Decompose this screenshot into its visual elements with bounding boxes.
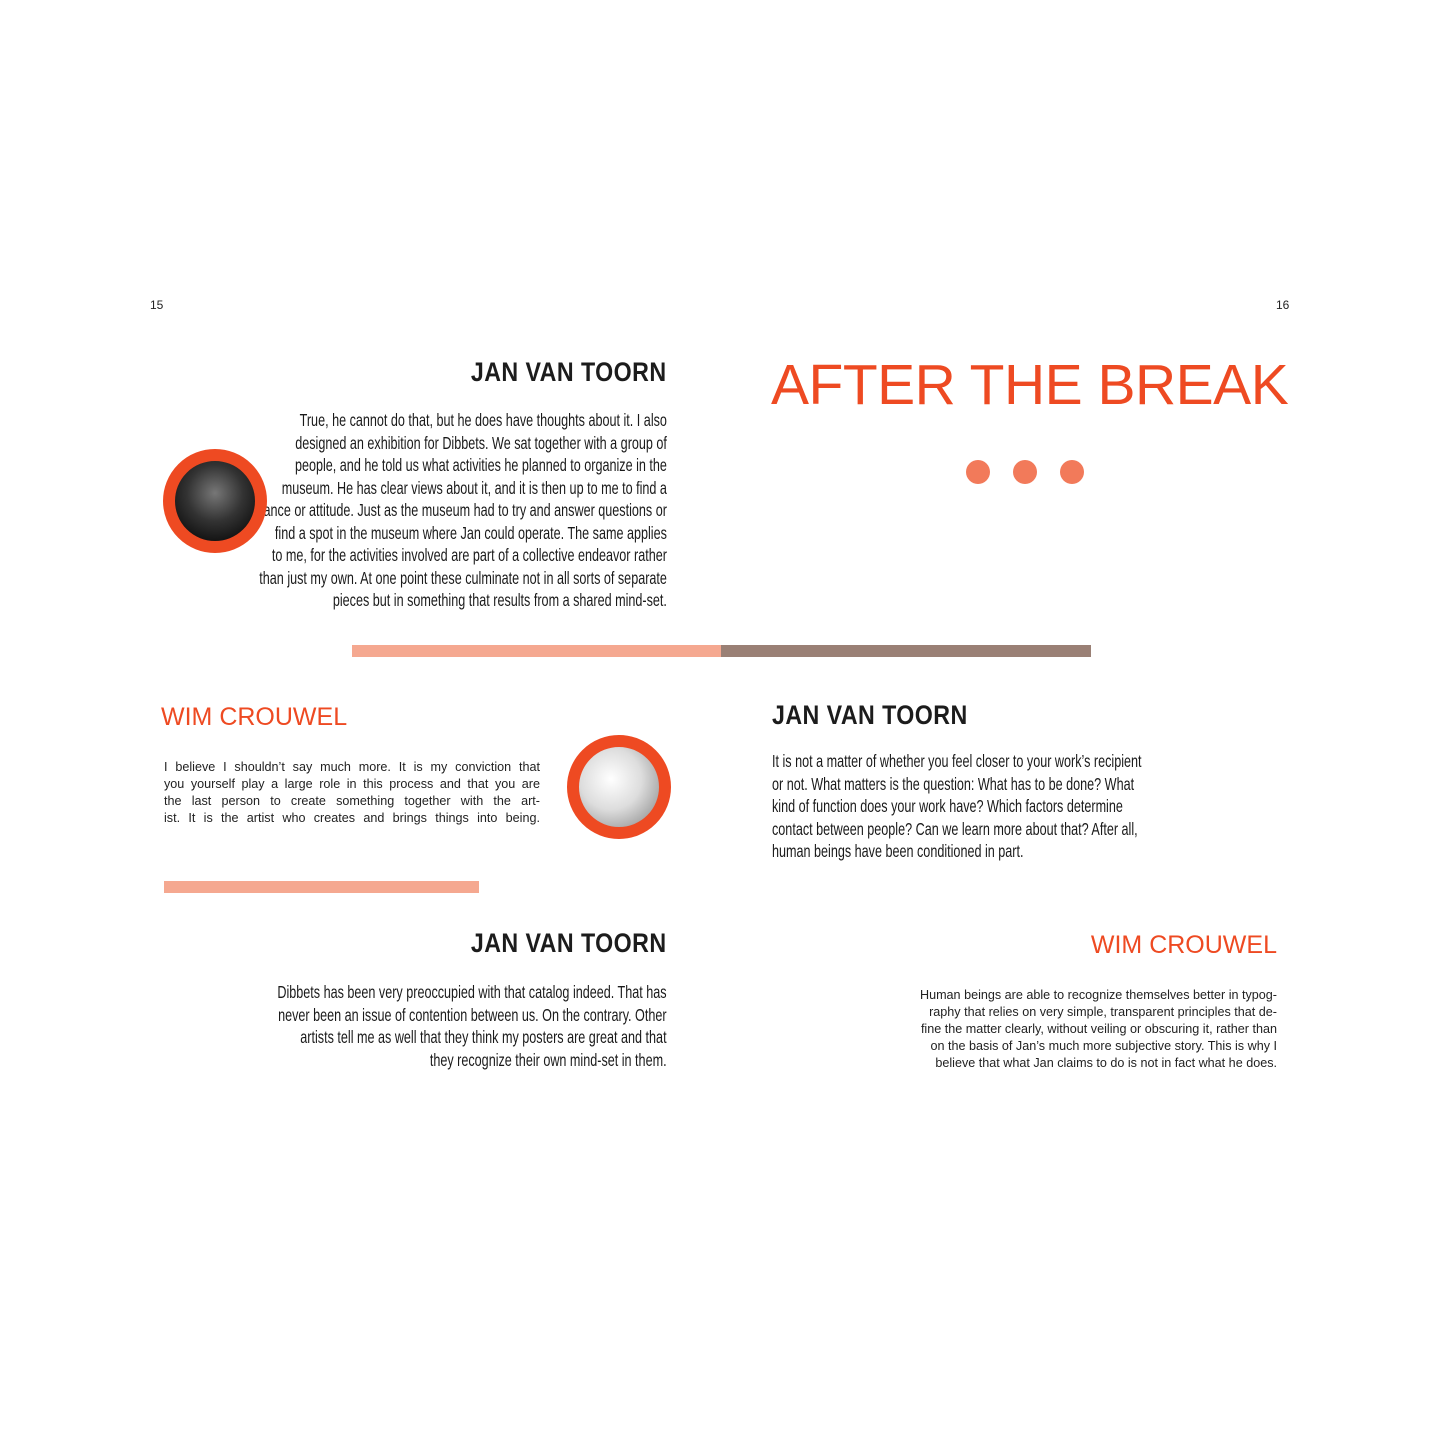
text-line: contact between people? Can we learn mor… bbox=[772, 818, 1138, 839]
text-line: you yourself play a large role in this p… bbox=[164, 777, 540, 791]
text-line: artists tell me as well that they think … bbox=[300, 1027, 667, 1047]
dot-1 bbox=[966, 460, 990, 484]
text-line: I believe I shouldn’t say much more. It … bbox=[164, 760, 540, 774]
text-line: they recognize their own mind-set in the… bbox=[430, 1049, 667, 1070]
section-bar bbox=[164, 881, 479, 893]
jan-van-toorn-avatar bbox=[163, 449, 267, 553]
text-line: believe that what Jan claims to do is no… bbox=[935, 1056, 1277, 1070]
wim-crouwel-heading-1: WIM CROUWEL bbox=[161, 703, 348, 731]
text-line: or not. What matters is the question: Wh… bbox=[772, 773, 1135, 794]
text-line: never been an issue of contention betwee… bbox=[278, 1004, 667, 1025]
text-line: to me, for the activities involved are p… bbox=[271, 545, 667, 565]
wim-crouwel-heading-2: WIM CROUWEL bbox=[1090, 931, 1277, 959]
jan-van-toorn-heading-1: JAN VAN TOORN bbox=[471, 357, 667, 387]
text-line: human beings have been conditioned in pa… bbox=[772, 841, 1024, 861]
text-line: than just my own. At one point these cul… bbox=[259, 567, 667, 588]
jan-van-toorn-quote-3: Dibbets has been very preoccupied with t… bbox=[126, 981, 667, 1071]
page-title: AFTER THE BREAK bbox=[771, 353, 1289, 417]
text-line: the last person to create something toge… bbox=[164, 794, 540, 808]
dot-2 bbox=[1013, 460, 1037, 484]
text-line: ist. It is the artist who creates and br… bbox=[164, 811, 540, 825]
page-number-left: 15 bbox=[150, 298, 164, 312]
jan-van-toorn-heading-2: JAN VAN TOORN bbox=[772, 700, 968, 730]
text-line: designed an exhibition for Dibbets. We s… bbox=[295, 432, 667, 453]
text-line: museum. He has clear views about it, and… bbox=[281, 477, 667, 498]
text-line: raphy that relies on very simple, transp… bbox=[929, 1005, 1277, 1019]
text-line: It is not a matter of whether you feel c… bbox=[772, 751, 1142, 771]
text-line: find a spot in the museum where Jan coul… bbox=[274, 522, 667, 543]
text-line: True, he cannot do that, but he does hav… bbox=[299, 410, 667, 430]
dot-3 bbox=[1060, 460, 1084, 484]
text-line: pieces but in something that results fro… bbox=[332, 590, 667, 610]
text-line: kind of function does your work have? Wh… bbox=[772, 796, 1123, 816]
text-line: fine the matter clearly, without veiling… bbox=[920, 1022, 1277, 1036]
divider-bar-light bbox=[352, 645, 721, 657]
text-line: stance or attitude. Just as the museum h… bbox=[253, 500, 667, 520]
jan-van-toorn-heading-3: JAN VAN TOORN bbox=[471, 928, 667, 958]
page-number-right: 16 bbox=[1276, 298, 1290, 312]
wim-crouwel-quote-2: Human beings are able to recognize thems… bbox=[920, 987, 1277, 1072]
divider-bar-dark bbox=[721, 645, 1091, 657]
wim-crouwel-avatar bbox=[567, 735, 671, 839]
text-line: Human beings are able to recognize thems… bbox=[919, 988, 1277, 1002]
text-line: Dibbets has been very preoccupied with t… bbox=[277, 982, 667, 1002]
text-line: people, and he told us what activities h… bbox=[295, 455, 667, 475]
text-line: on the basis of Jan’s much more subjecti… bbox=[930, 1039, 1277, 1053]
jan-van-toorn-quote-2: It is not a matter of whether you feel c… bbox=[772, 750, 1285, 863]
wim-crouwel-quote-1: I believe I shouldn’t say much more. It … bbox=[164, 759, 540, 827]
